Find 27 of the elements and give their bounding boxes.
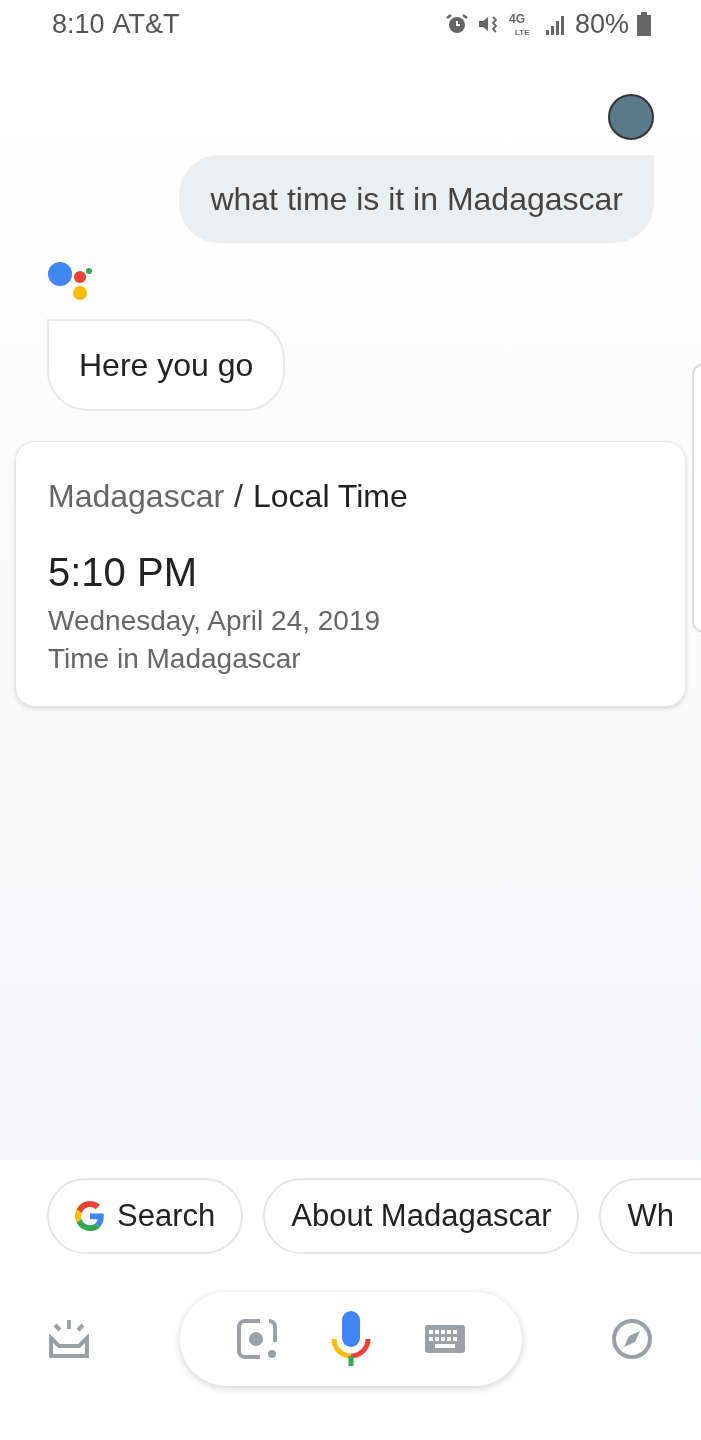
carrier-name: AT&T xyxy=(112,7,180,41)
card-title: Local Time xyxy=(253,477,408,516)
suggestion-chip[interactable]: Wh xyxy=(599,1178,701,1254)
lens-icon[interactable] xyxy=(235,1318,278,1360)
status-time: 8:10 xyxy=(52,7,105,41)
user-avatar xyxy=(608,94,654,140)
assistant-reply-bubble: Here you go xyxy=(47,319,286,411)
google-g-icon xyxy=(75,1201,105,1231)
signal-icon xyxy=(544,13,567,35)
local-time: 5:10 PM xyxy=(48,549,198,596)
user-query-bubble: what time is it in Madagascar xyxy=(179,155,654,243)
inbox-updates-icon[interactable] xyxy=(48,1318,90,1360)
local-date: Wednesday, April 24, 2019 xyxy=(48,604,382,638)
battery-percent: 80% xyxy=(574,7,629,41)
card-separator: / xyxy=(234,477,243,516)
microphone-icon[interactable] xyxy=(330,1311,373,1367)
suggestion-chip[interactable]: Search xyxy=(47,1178,244,1254)
compass-icon[interactable] xyxy=(611,1318,653,1360)
network-type: 4G xyxy=(508,12,525,26)
time-caption: Time in Madagascar xyxy=(48,642,302,676)
suggestion-chip[interactable]: About Madagascar xyxy=(263,1178,580,1254)
battery-icon xyxy=(637,12,651,36)
assistant-logo-icon xyxy=(47,261,93,301)
keyboard-icon[interactable] xyxy=(425,1325,466,1353)
network-subtype: LTE xyxy=(514,28,530,37)
alarm-clock-icon xyxy=(444,12,469,36)
card-place: Madagascar xyxy=(48,477,225,516)
